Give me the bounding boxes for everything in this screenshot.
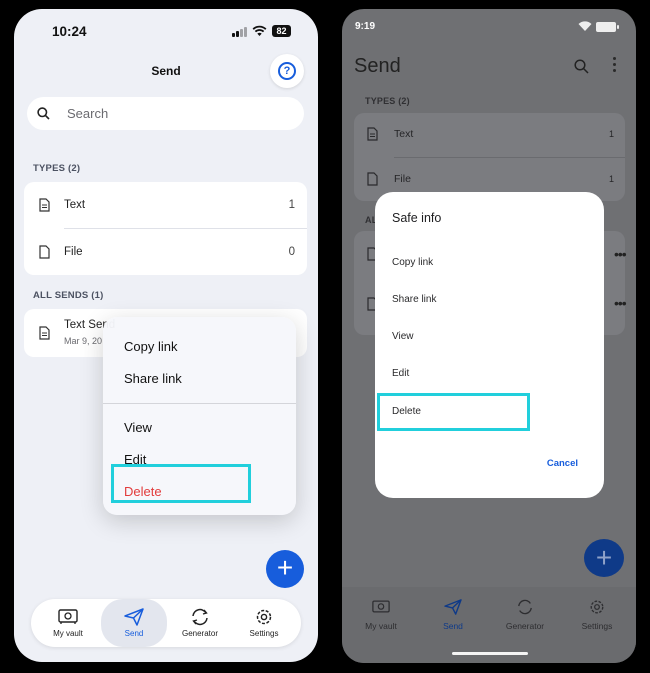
gear-icon	[590, 600, 604, 614]
types-card: Text 1 File 0	[24, 182, 307, 275]
wifi-icon	[578, 21, 592, 31]
highlight-box	[111, 464, 251, 503]
tab-label: My vault	[53, 629, 83, 638]
more-options-icon[interactable]: •••	[614, 295, 627, 311]
tab-send[interactable]: Send	[418, 599, 488, 639]
add-send-button[interactable]: +	[266, 550, 304, 588]
type-label: File	[394, 173, 411, 185]
tab-settings[interactable]: Settings	[562, 599, 632, 639]
paper-plane-icon	[124, 608, 144, 626]
status-time: 10:24	[52, 24, 87, 39]
gear-icon	[256, 609, 272, 625]
type-row-text[interactable]: Text 1	[24, 182, 307, 228]
search-icon	[37, 107, 50, 120]
type-row-text[interactable]: Text 1	[354, 113, 625, 157]
types-header: TYPES (2)	[33, 163, 81, 174]
tab-my-vault[interactable]: My vault	[346, 599, 416, 639]
type-row-file[interactable]: File 0	[24, 229, 307, 275]
types-card: Text 1 File 1	[354, 113, 625, 201]
dialog-copy-link[interactable]: Copy link	[392, 257, 433, 268]
search-input[interactable]: Search	[27, 97, 304, 130]
type-count: 1	[608, 174, 614, 184]
signal-icon	[232, 27, 247, 37]
tab-label: My vault	[365, 621, 397, 631]
type-count: 1	[608, 129, 614, 139]
dialog-share-link[interactable]: Share link	[392, 294, 436, 305]
plus-icon: +	[595, 542, 613, 573]
highlight-box	[377, 393, 530, 431]
tab-generator[interactable]: Generator	[490, 599, 560, 639]
tab-label: Send	[124, 629, 144, 638]
tab-send[interactable]: Send	[101, 599, 167, 647]
plus-icon: +	[276, 552, 294, 583]
dialog-view[interactable]: View	[392, 331, 414, 342]
tab-my-vault[interactable]: My vault	[35, 599, 101, 647]
file-icon	[39, 245, 50, 259]
vault-icon	[58, 609, 78, 624]
question-icon: ?	[278, 62, 296, 80]
search-placeholder: Search	[67, 106, 109, 121]
page-title: Send	[354, 55, 401, 77]
paper-plane-icon	[444, 599, 462, 615]
search-icon[interactable]	[574, 59, 589, 74]
generator-icon	[192, 608, 208, 626]
vault-icon	[372, 600, 390, 613]
add-send-button[interactable]: +	[584, 539, 624, 577]
tab-generator[interactable]: Generator	[167, 599, 233, 647]
more-options-icon[interactable]: •••	[614, 246, 627, 262]
send-date: Mar 9, 20	[64, 336, 103, 346]
safe-info-dialog: Safe info Copy link Share link View Edit…	[375, 192, 604, 498]
tab-label: Send	[443, 621, 463, 631]
text-document-icon	[39, 198, 50, 212]
menu-share-link[interactable]: Share link	[124, 371, 182, 386]
cancel-button[interactable]: Cancel	[547, 458, 578, 469]
type-label: Text	[394, 128, 414, 140]
text-document-icon	[367, 127, 378, 141]
status-time: 9:19	[355, 21, 376, 32]
type-label: File	[64, 246, 83, 258]
menu-separator	[103, 403, 296, 404]
tab-label: Generator	[181, 629, 219, 638]
type-label: Text	[64, 199, 86, 211]
dialog-title: Safe info	[392, 211, 442, 225]
tab-label: Settings	[581, 621, 613, 631]
home-indicator	[452, 652, 528, 655]
all-sends-header: ALL SENDS (1)	[33, 290, 104, 301]
tab-settings[interactable]: Settings	[231, 599, 297, 647]
wifi-icon	[252, 25, 267, 36]
text-document-icon	[39, 326, 50, 340]
tab-label: Generator	[505, 621, 545, 631]
battery-icon: 82	[272, 25, 291, 37]
tab-label: Settings	[249, 629, 279, 638]
ios-screen: 10:24 82 Send ? Search TYPES (2) Text 1 …	[14, 9, 318, 662]
menu-view[interactable]: View	[124, 420, 152, 435]
type-count: 0	[288, 246, 295, 258]
types-header: TYPES (2)	[365, 96, 410, 106]
dialog-edit[interactable]: Edit	[392, 368, 409, 379]
tab-bar: My vault Send Generator Settings	[31, 599, 301, 647]
type-count: 1	[288, 199, 295, 211]
status-bar: 10:24 82	[14, 9, 318, 53]
file-icon	[367, 172, 378, 186]
help-button[interactable]: ?	[270, 54, 304, 88]
battery-icon	[596, 22, 619, 32]
generator-icon	[518, 599, 532, 615]
more-options-icon[interactable]	[613, 57, 617, 75]
android-screen: 9:19 Send TYPES (2) Text 1 File 1 AL •••…	[342, 9, 636, 663]
menu-copy-link[interactable]: Copy link	[124, 339, 177, 354]
